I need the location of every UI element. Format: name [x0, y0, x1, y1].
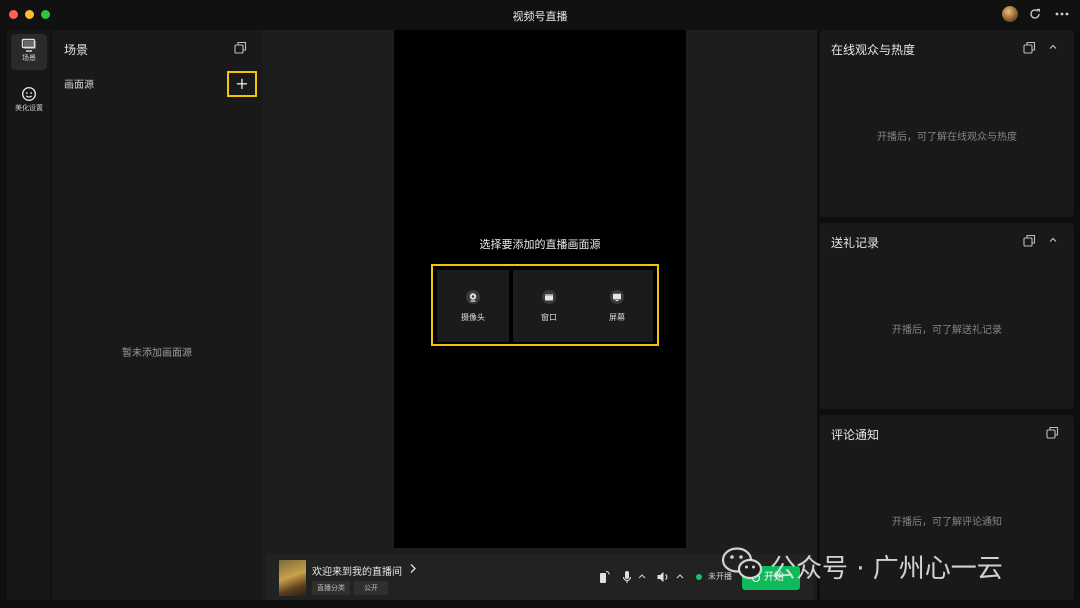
add-source-button[interactable]: +: [227, 71, 257, 97]
copy-icon[interactable]: [234, 41, 247, 54]
preview-area: 选择要添加的直播画面源 摄像头 窗口 屏幕 欢迎来到我的直播间 直播分类 公开 …: [262, 30, 817, 600]
chevron-up-icon[interactable]: [638, 573, 646, 579]
scene-title: 场景: [64, 43, 89, 57]
wechat-logo-icon: [721, 547, 763, 580]
speaker-icon[interactable]: [656, 570, 670, 584]
nav-label-beauty: 美化设置: [15, 104, 43, 112]
source-option-label: 摄像头: [461, 313, 485, 322]
more-icon[interactable]: [1054, 7, 1070, 21]
source-option-screen[interactable]: 屏幕: [581, 270, 653, 342]
nav-item-scene[interactable]: 场景: [11, 34, 47, 70]
panel-title: 评论通知: [831, 428, 880, 442]
category-chip[interactable]: 直播分类: [312, 581, 350, 595]
refresh-icon[interactable]: [1028, 7, 1042, 21]
popout-icon[interactable]: [1046, 426, 1059, 439]
camera-icon: [466, 290, 480, 304]
visibility-chip[interactable]: 公开: [354, 581, 388, 595]
user-avatar[interactable]: [1002, 6, 1018, 22]
live-status-dot: [696, 574, 702, 580]
screen-icon: [610, 290, 624, 304]
source-option-label: 屏幕: [609, 313, 625, 322]
nav-label-scene: 场景: [22, 54, 36, 62]
microphone-icon[interactable]: [622, 570, 632, 584]
scene-monitor-icon: [21, 38, 36, 52]
panel-title: 送礼记录: [831, 236, 880, 250]
collapse-icon[interactable]: [1048, 42, 1058, 52]
chevron-right-icon[interactable]: [409, 563, 417, 574]
source-option-label: 窗口: [541, 313, 557, 322]
panel-empty-text: 开播后，可了解评论通知: [892, 517, 1002, 528]
panel-online-audience: 在线观众与热度 开播后，可了解在线观众与热度: [820, 30, 1074, 217]
scene-panel: 场景 画面源 + 暂未添加画面源: [52, 30, 262, 600]
room-title[interactable]: 欢迎来到我的直播间: [312, 563, 402, 578]
live-canvas: 选择要添加的直播画面源 摄像头 窗口 屏幕: [394, 30, 686, 548]
nav-item-beauty[interactable]: 美化设置: [11, 82, 47, 118]
panel-empty-text: 开播后，可了解在线观众与热度: [877, 132, 1017, 143]
empty-source-text: 暂未添加画面源: [122, 348, 192, 359]
left-navigation: 场景 美化设置: [7, 30, 51, 600]
title-bar: 视频号直播: [0, 0, 1080, 30]
source-option-window[interactable]: 窗口: [513, 270, 585, 342]
source-label: 画面源: [64, 80, 94, 91]
panel-empty-text: 开播后，可了解送礼记录: [892, 325, 1002, 336]
chevron-up-icon[interactable]: [676, 573, 684, 579]
popout-icon[interactable]: [1023, 234, 1036, 247]
source-options: 摄像头 窗口 屏幕: [431, 264, 659, 346]
collapse-icon[interactable]: [1048, 235, 1058, 245]
window-icon: [542, 290, 556, 304]
choose-source-title: 选择要添加的直播画面源: [479, 238, 601, 251]
source-option-camera[interactable]: 摄像头: [437, 270, 509, 342]
window-title: 视频号直播: [512, 10, 568, 23]
panel-gift-records: 送礼记录 开播后，可了解送礼记录: [820, 223, 1074, 409]
rotate-screen-icon[interactable]: [598, 570, 610, 584]
popout-icon[interactable]: [1023, 41, 1036, 54]
panel-title: 在线观众与热度: [831, 43, 916, 57]
watermark-text: 公众号 · 广州心一云: [770, 554, 1003, 584]
beauty-face-icon: [21, 86, 37, 102]
room-cover-thumbnail[interactable]: [279, 560, 306, 596]
